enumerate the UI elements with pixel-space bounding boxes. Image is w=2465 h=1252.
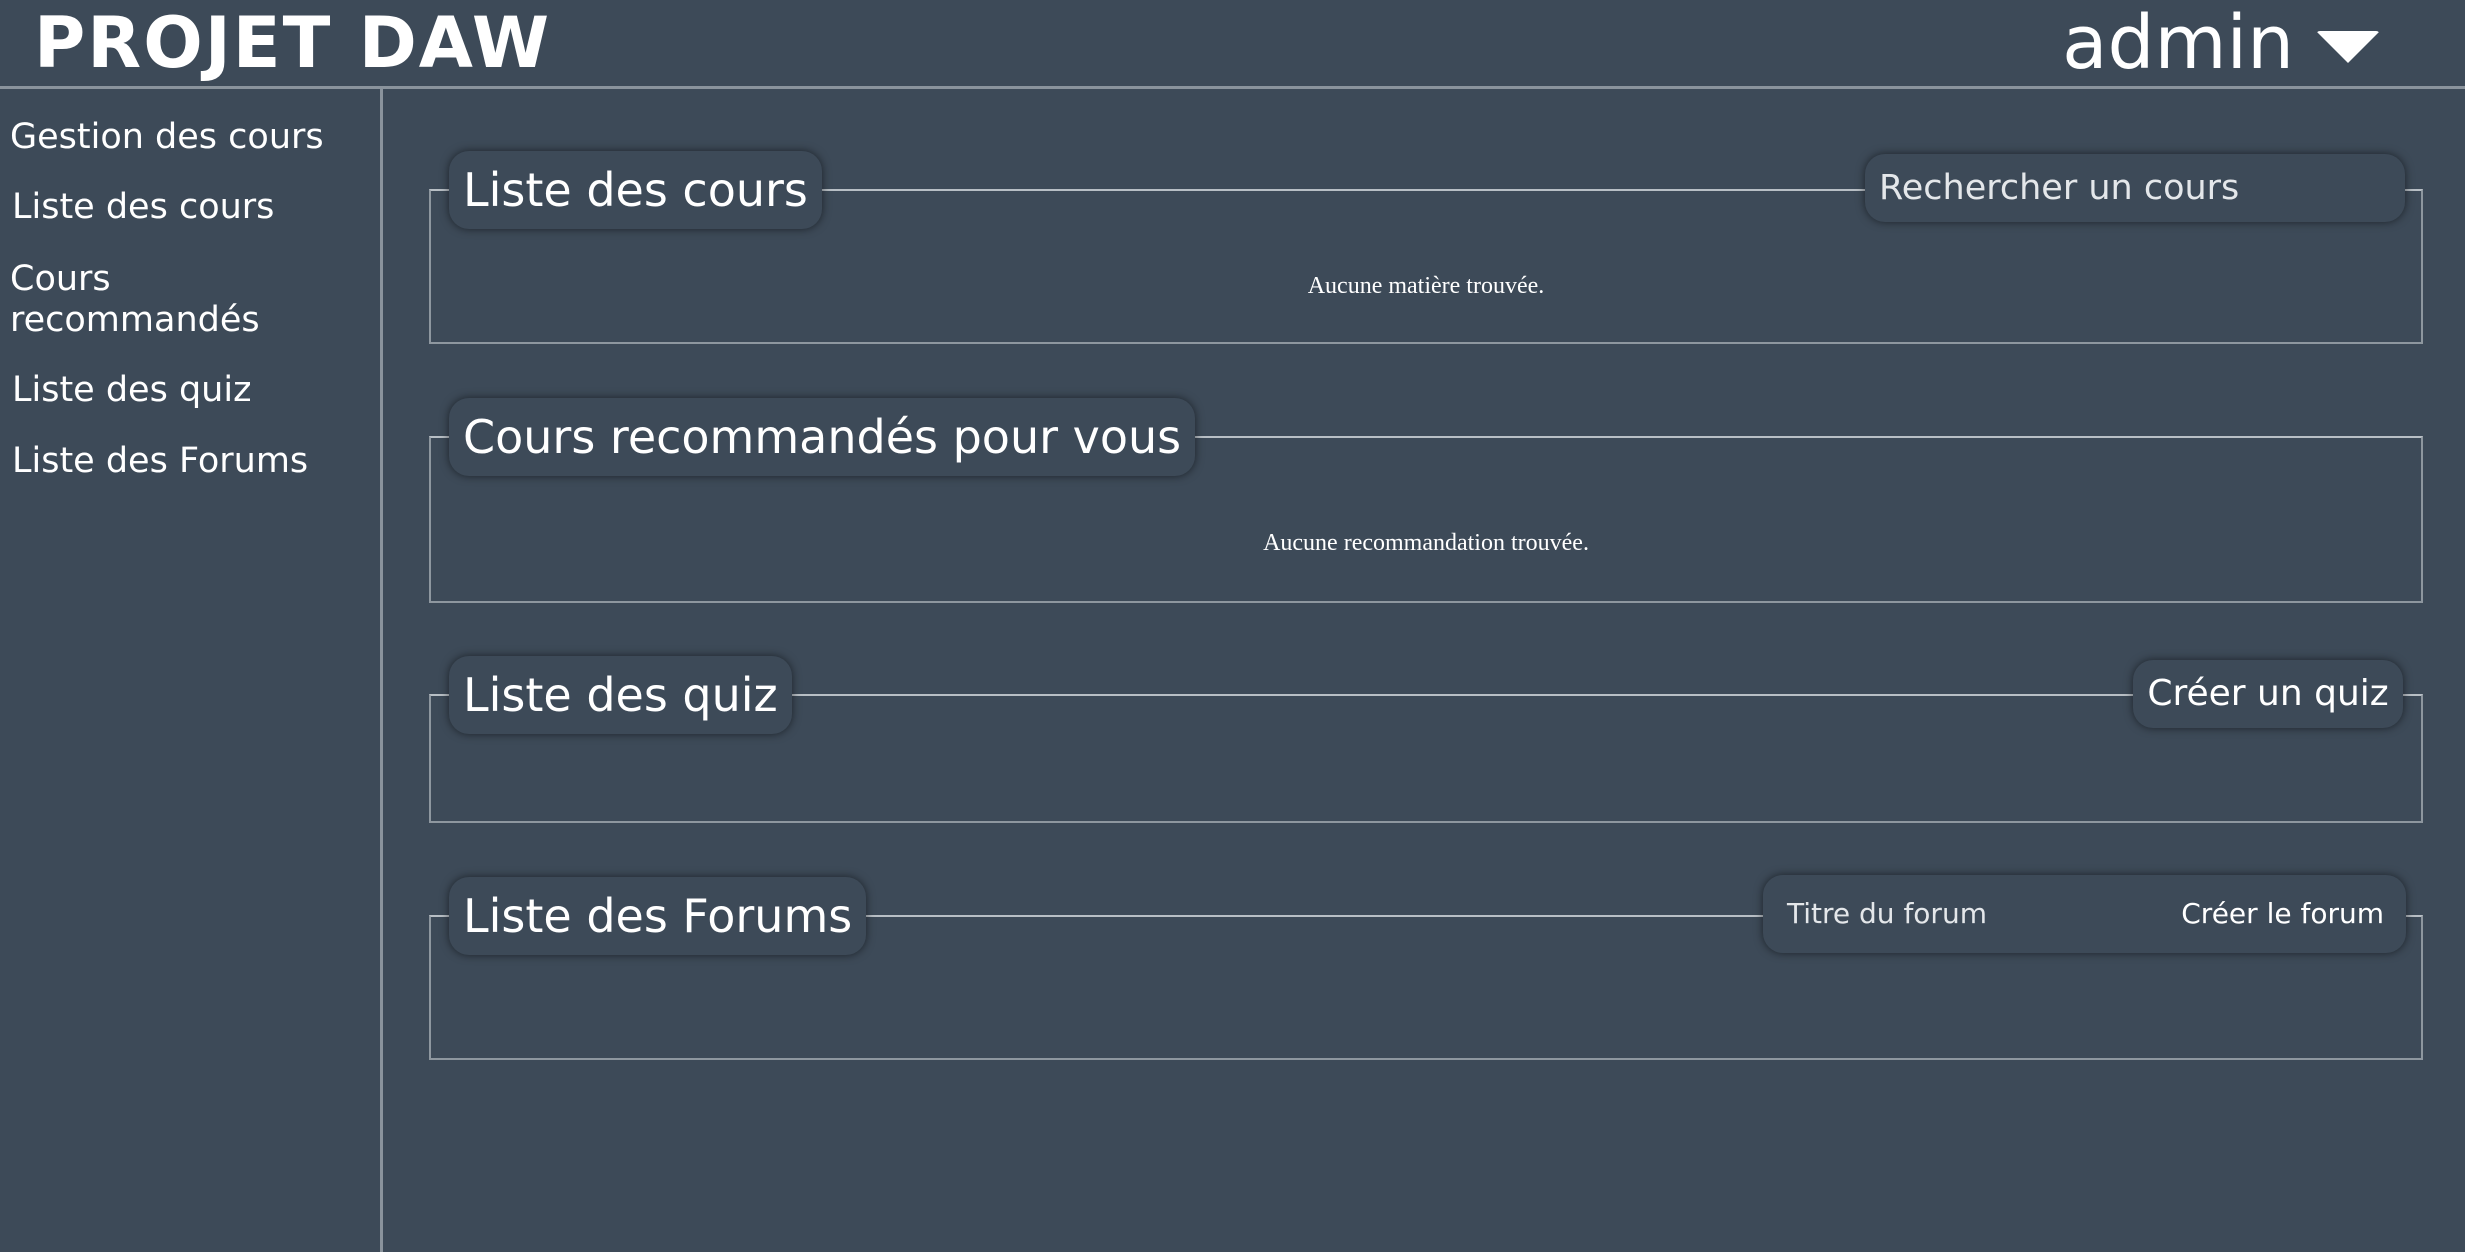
sidebar-item-gestion-des-cours[interactable]: Gestion des cours [10, 117, 360, 158]
sidebar-item-cours-recommandes[interactable]: Cours recommandés [10, 259, 310, 341]
courses-panel: Liste des cours Rechercher un cours Aucu… [429, 151, 2423, 344]
user-name[interactable]: admin [2062, 4, 2294, 82]
sidebar-item-liste-des-forums[interactable]: Liste des Forums [12, 441, 362, 482]
quiz-panel: Liste des quiz Créer un quiz [429, 656, 2423, 823]
create-quiz-button[interactable]: Créer un quiz [2133, 660, 2403, 728]
caret-down-icon[interactable] [2316, 31, 2380, 63]
forums-section-title: Liste des Forums [449, 877, 867, 955]
forum-create-form: Titre du forum Créer le forum [1763, 875, 2406, 953]
recommended-panel: Cours recommandés pour vous Aucune recom… [429, 398, 2423, 603]
app-title: PROJET DAW [34, 2, 552, 84]
top-bar: PROJET DAW admin [0, 0, 2465, 89]
sidebar: Gestion des cours Liste des cours Cours … [0, 89, 383, 1252]
courses-section-title: Liste des cours [449, 151, 822, 229]
user-menu[interactable]: admin [2062, 4, 2380, 82]
quiz-section-title: Liste des quiz [449, 656, 792, 734]
sidebar-item-liste-des-quiz[interactable]: Liste des quiz [12, 370, 362, 411]
recommended-section-title: Cours recommandés pour vous [449, 398, 1196, 476]
create-forum-button[interactable]: Créer le forum [2181, 875, 2384, 953]
recommended-empty-message: Aucune recommandation trouvée. [1263, 530, 1589, 556]
forum-title-input[interactable]: Titre du forum [1787, 875, 1987, 953]
forums-panel: Liste des Forums Titre du forum Créer le… [429, 875, 2423, 1060]
sidebar-item-liste-des-cours[interactable]: Liste des cours [12, 187, 362, 228]
courses-empty-message: Aucune matière trouvée. [1307, 273, 1545, 299]
course-search-input[interactable]: Rechercher un cours [1865, 154, 2405, 222]
